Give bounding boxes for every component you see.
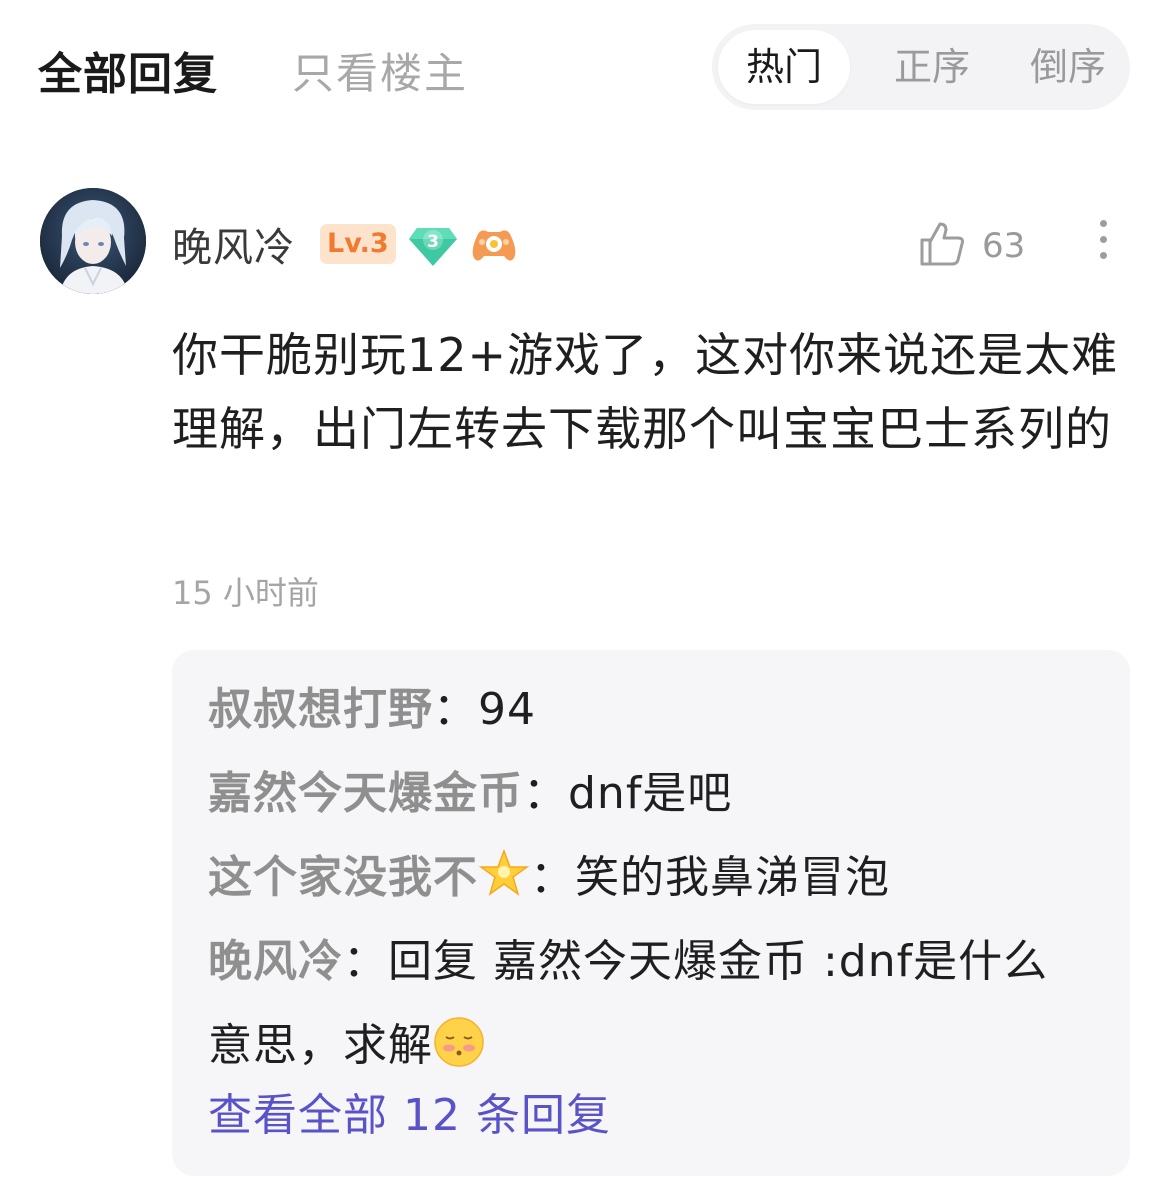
more-options-icon[interactable]	[1092, 220, 1114, 268]
reply-author[interactable]: 叔叔想打野	[208, 684, 433, 735]
reply-author[interactable]: 嘉然今天爆金币	[208, 768, 523, 819]
reply-text: dnf是吧	[568, 768, 733, 819]
thumbs-up-icon[interactable]	[918, 220, 966, 268]
gamepad-icon	[470, 224, 518, 266]
comment-text: 你干脆别玩12+游戏了，这对你来说还是太难理解，出门左转去下载那个叫宝宝巴士系列…	[172, 328, 1119, 456]
view-all-replies-link[interactable]: 查看全部 12 条回复	[208, 1074, 611, 1158]
reply-separator: ：	[433, 684, 478, 735]
blush-face-emoji-icon	[433, 1012, 485, 1067]
replies-box[interactable]: 叔叔想打野：94 嘉然今天爆金币：dnf是吧 这个家没我不 ：笑的我鼻涕冒泡 晚风…	[172, 650, 1130, 1176]
sort-descending-button[interactable]: 倒序	[1008, 24, 1128, 110]
comment-timestamp: 15 小时前	[172, 574, 319, 612]
sort-segmented-control: 热门 正序 倒序	[712, 24, 1130, 110]
like-count: 63	[982, 226, 1026, 266]
reply-separator: ：	[343, 936, 388, 987]
star-emoji-icon	[478, 844, 530, 896]
reply-author[interactable]: 这个家没我不	[208, 852, 478, 903]
reply-text: 94	[478, 684, 536, 735]
reply-separator: ：	[523, 768, 568, 819]
tab-op-only[interactable]: 只看楼主	[292, 40, 468, 101]
sort-ascending-button[interactable]: 正序	[872, 24, 992, 110]
gem-level-icon: 3	[407, 222, 459, 268]
reply-item[interactable]: 叔叔想打野：94	[208, 668, 1088, 752]
level-badge: Lv.3	[320, 224, 396, 264]
gem-level-number: 3	[427, 232, 439, 252]
reply-separator: ：	[530, 852, 575, 903]
sort-hot-button[interactable]: 热门	[718, 30, 850, 104]
comment-username[interactable]: 晚风冷	[172, 215, 295, 273]
reply-text: 笑的我鼻涕冒泡	[575, 852, 890, 903]
avatar[interactable]	[40, 188, 146, 294]
reply-author[interactable]: 晚风冷	[208, 936, 343, 987]
reply-item[interactable]: 晚风冷：回复 嘉然今天爆金币 :dnf是什么意思，求解	[208, 920, 1088, 1088]
reply-item[interactable]: 嘉然今天爆金币：dnf是吧	[208, 752, 1088, 836]
reply-item[interactable]: 这个家没我不 ：笑的我鼻涕冒泡	[208, 836, 1088, 920]
tab-all-replies[interactable]: 全部回复	[38, 38, 218, 102]
